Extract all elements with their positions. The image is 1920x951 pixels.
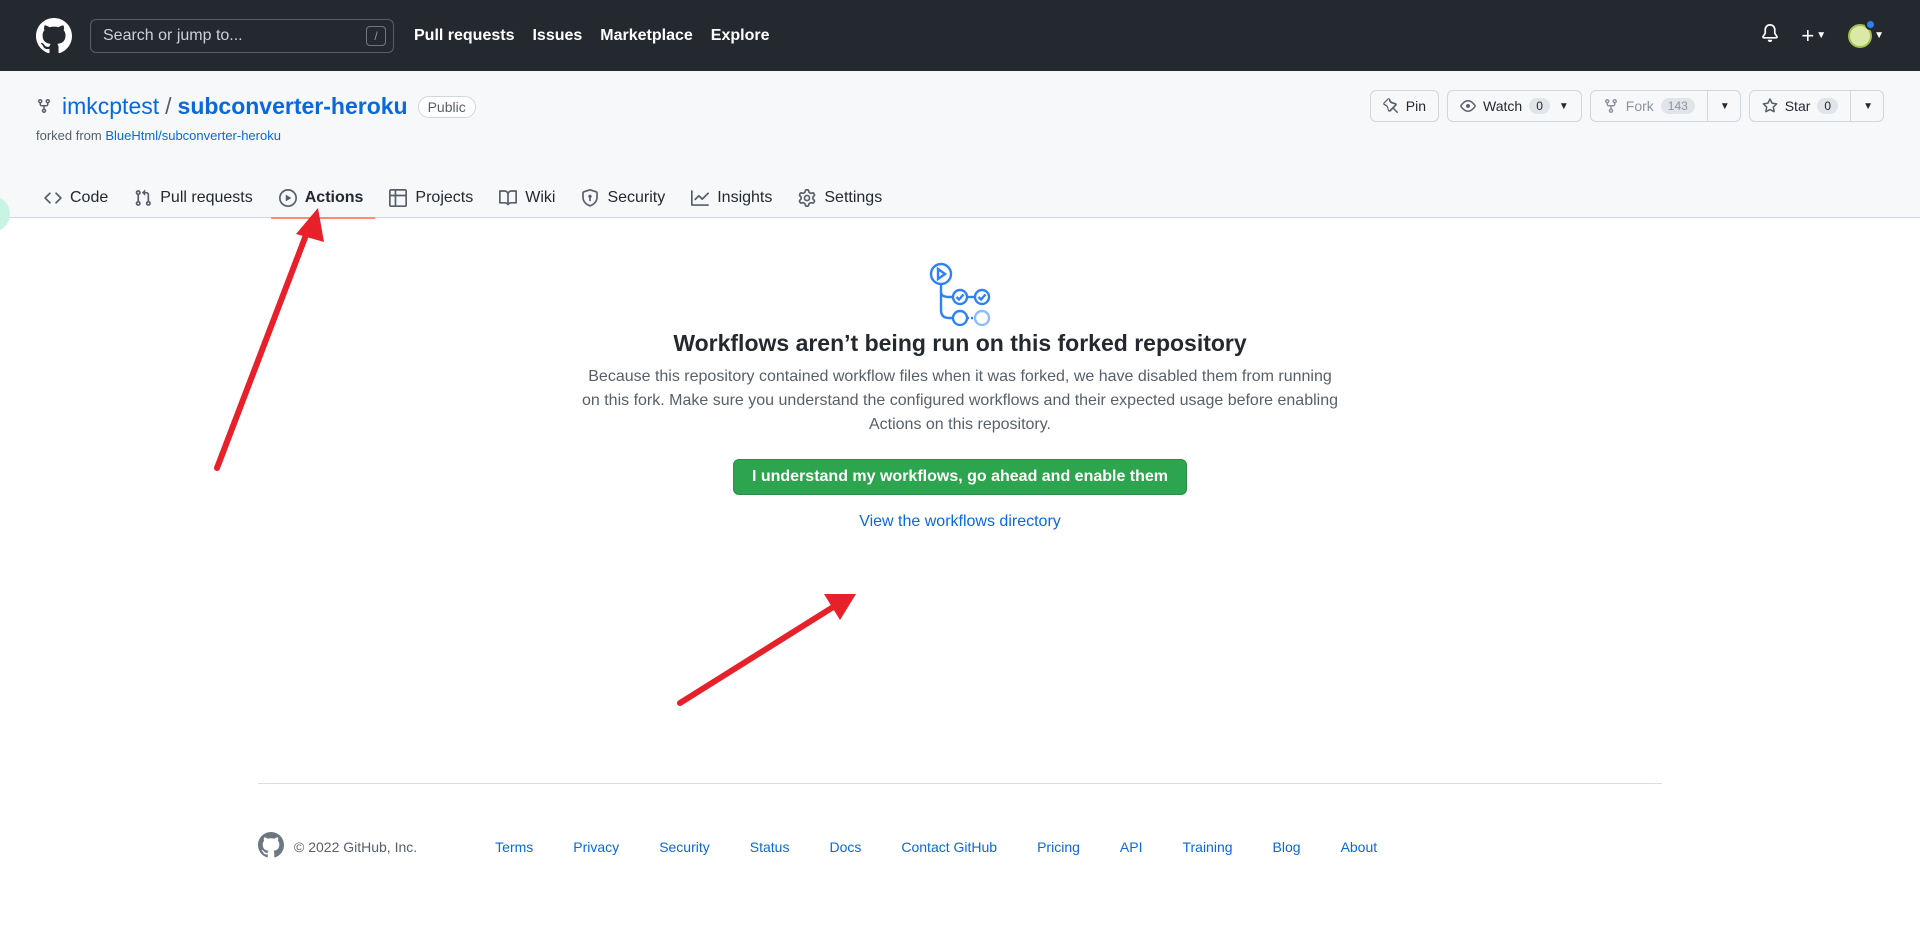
enable-workflows-button[interactable]: I understand my workflows, go ahead and … bbox=[732, 459, 1188, 495]
tab-label: Pull requests bbox=[160, 188, 253, 206]
header-nav-pull-requests[interactable]: Pull requests bbox=[414, 27, 514, 45]
book-icon bbox=[499, 189, 518, 205]
fork-label: Fork bbox=[1625, 98, 1654, 114]
header-nav-explore[interactable]: Explore bbox=[711, 27, 770, 45]
plus-dropdown-icon[interactable]: + ▼ bbox=[1801, 23, 1826, 49]
blankslate-title: Workflows aren’t being run on this forke… bbox=[673, 330, 1247, 356]
tab-pull-requests[interactable]: Pull requests bbox=[126, 177, 265, 218]
search-input[interactable]: Search or jump to... / bbox=[90, 18, 394, 53]
fork-count: 143 bbox=[1660, 98, 1695, 114]
forked-prefix: forked from bbox=[36, 128, 102, 143]
chevron-down-icon: ▼ bbox=[1874, 30, 1884, 41]
notification-dot bbox=[1865, 18, 1877, 30]
play-icon bbox=[278, 188, 297, 207]
repo-forked-icon bbox=[36, 93, 52, 120]
view-workflows-directory-link[interactable]: View the workflows directory bbox=[560, 513, 1360, 531]
star-label: Star bbox=[1784, 98, 1811, 114]
tab-insights[interactable]: Insights bbox=[683, 177, 784, 218]
footer-link-contact[interactable]: Contact GitHub bbox=[901, 839, 997, 855]
watch-button[interactable]: Watch 0 ▼ bbox=[1447, 90, 1582, 122]
pin-label: Pin bbox=[1405, 98, 1427, 114]
visibility-badge: Public bbox=[417, 95, 476, 118]
chevron-down-icon: ▼ bbox=[1719, 100, 1730, 112]
table-icon bbox=[389, 188, 408, 207]
repo-separator: / bbox=[165, 93, 172, 119]
pull-request-icon bbox=[135, 189, 152, 206]
tab-label: Code bbox=[70, 188, 109, 206]
footer-link-security[interactable]: Security bbox=[659, 839, 710, 855]
footer-link-about[interactable]: About bbox=[1341, 839, 1378, 855]
arrow-to-enable-button bbox=[677, 594, 856, 706]
pin-icon bbox=[1383, 98, 1398, 114]
avatar bbox=[1848, 18, 1877, 48]
star-count: 0 bbox=[1817, 98, 1839, 114]
repo-name-link[interactable]: subconverter-heroku bbox=[178, 93, 408, 120]
star-dropdown[interactable]: ▼ bbox=[1850, 91, 1883, 121]
footer-copyright: © 2022 GitHub, Inc. bbox=[294, 838, 418, 855]
chevron-down-icon: ▼ bbox=[1863, 100, 1873, 112]
footer-link-privacy[interactable]: Privacy bbox=[573, 839, 619, 855]
repo-title: imkcptest / subconverter-heroku Public bbox=[36, 93, 476, 120]
global-header: Search or jump to... / Pull requests Iss… bbox=[0, 0, 1920, 71]
blankslate-description: Because this repository contained workfl… bbox=[581, 368, 1338, 433]
footer: © 2022 GitHub, Inc. Terms Privacy Securi… bbox=[258, 832, 1377, 861]
tab-label: Projects bbox=[415, 188, 474, 206]
repo-actions: Pin Watch 0 ▼ Fork 143 ▼ Star 0 ▼ bbox=[1369, 90, 1884, 122]
footer-link-status[interactable]: Status bbox=[750, 839, 790, 855]
forked-from-link[interactable]: BlueHtml/subconverter-heroku bbox=[105, 128, 281, 143]
tab-projects[interactable]: Projects bbox=[381, 177, 485, 218]
forked-from-text: forked from BlueHtml/subconverter-heroku bbox=[36, 128, 281, 143]
footer-links: Terms Privacy Security Status Docs Conta… bbox=[495, 839, 1377, 855]
github-logo-icon[interactable] bbox=[36, 17, 72, 54]
search-shortcut-key: / bbox=[366, 25, 386, 46]
actions-blankslate: Workflows aren’t being run on this forke… bbox=[560, 262, 1360, 531]
tab-actions[interactable]: Actions bbox=[270, 177, 376, 219]
header-nav-issues[interactable]: Issues bbox=[532, 27, 582, 45]
gear-icon bbox=[799, 188, 816, 207]
footer-link-pricing[interactable]: Pricing bbox=[1037, 839, 1080, 855]
footer-link-api[interactable]: API bbox=[1120, 839, 1143, 855]
pin-button[interactable]: Pin bbox=[1369, 90, 1440, 122]
header-right: + ▼ ▼ bbox=[1761, 18, 1884, 49]
watch-label: Watch bbox=[1483, 98, 1523, 114]
footer-link-training[interactable]: Training bbox=[1182, 839, 1232, 855]
chevron-down-icon: ▼ bbox=[1558, 100, 1569, 112]
shield-icon bbox=[582, 188, 599, 207]
bell-icon[interactable] bbox=[1761, 24, 1779, 47]
header-nav: Pull requests Issues Marketplace Explore bbox=[414, 27, 769, 45]
tab-settings[interactable]: Settings bbox=[790, 177, 894, 218]
tab-label: Actions bbox=[304, 188, 364, 206]
header-nav-marketplace[interactable]: Marketplace bbox=[600, 27, 693, 45]
tab-label: Settings bbox=[824, 188, 883, 206]
watch-count: 0 bbox=[1529, 98, 1550, 114]
github-mark-icon[interactable] bbox=[258, 832, 284, 861]
fork-button[interactable]: Fork 143 ▼ bbox=[1589, 90, 1741, 122]
star-icon bbox=[1762, 98, 1778, 113]
search-placeholder: Search or jump to... bbox=[103, 26, 243, 44]
fork-icon bbox=[1604, 99, 1617, 114]
tab-label: Insights bbox=[717, 188, 773, 206]
tab-label: Wiki bbox=[525, 188, 556, 206]
tab-code[interactable]: Code bbox=[36, 177, 120, 218]
repo-header: imkcptest / subconverter-heroku Public f… bbox=[0, 71, 1920, 219]
footer-link-docs[interactable]: Docs bbox=[829, 839, 861, 855]
code-icon bbox=[44, 191, 62, 204]
footer-divider bbox=[258, 783, 1662, 784]
star-button[interactable]: Star 0 ▼ bbox=[1748, 90, 1884, 122]
fork-dropdown[interactable]: ▼ bbox=[1706, 91, 1740, 121]
repo-owner-link[interactable]: imkcptest bbox=[62, 93, 159, 120]
footer-link-terms[interactable]: Terms bbox=[495, 839, 533, 855]
footer-link-blog[interactable]: Blog bbox=[1273, 839, 1301, 855]
tab-wiki[interactable]: Wiki bbox=[491, 177, 567, 218]
avatar-menu[interactable]: ▼ bbox=[1848, 18, 1884, 48]
repo-tabs: Code Pull requests Actions Projects Wiki… bbox=[36, 177, 900, 219]
graph-icon bbox=[691, 189, 710, 206]
eye-icon bbox=[1460, 100, 1476, 112]
arrow-to-actions-tab bbox=[214, 208, 324, 471]
tab-security[interactable]: Security bbox=[573, 177, 677, 218]
tab-label: Security bbox=[607, 188, 666, 206]
